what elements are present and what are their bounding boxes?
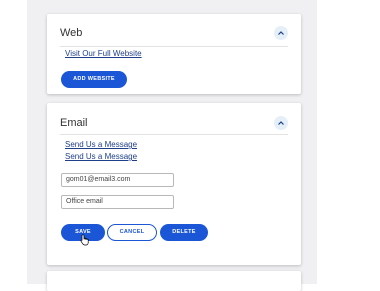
hand-pointer-icon [80,234,89,246]
web-card: Web Visit Our Full Website ADD WEBSITE [47,14,301,94]
email-card-title: Email [60,117,88,129]
email-link[interactable]: Send Us a Message [65,140,137,149]
email-input[interactable]: gom01@email3.com [61,173,174,187]
email-label-input[interactable]: Office email [61,195,174,209]
next-card [47,271,301,291]
web-card-title: Web [60,27,83,39]
web-collapse-button[interactable] [274,26,288,40]
delete-button[interactable]: DELETE [160,224,208,241]
web-card-divider [60,46,288,47]
email-collapse-button[interactable] [274,116,288,130]
chevron-up-icon [278,121,284,125]
website-link[interactable]: Visit Our Full Website [65,49,142,58]
add-website-button[interactable]: ADD WEBSITE [61,71,127,88]
chevron-up-icon [278,31,284,35]
email-link[interactable]: Send Us a Message [65,152,137,161]
email-card-divider [60,134,288,135]
cancel-button[interactable]: CANCEL [107,224,157,241]
